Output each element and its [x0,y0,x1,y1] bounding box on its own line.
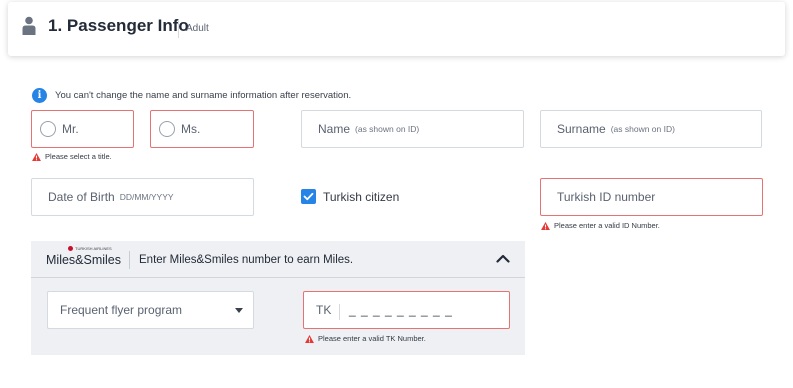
name-hint: (as shown on ID) [355,124,420,134]
turkish-citizen-label: Turkish citizen [323,190,400,204]
radio-label-mr: Mr. [62,122,79,136]
dob-hint: DD/MM/YYYY [119,192,174,202]
title-error: Please select a title. [32,152,112,161]
turkish-airlines-logo: TURKISH AIRLINES [68,246,112,251]
page-title: 1. Passenger Info [48,16,189,35]
tk-input-mask: _ _ _ _ _ _ _ _ _ [349,303,453,317]
turkish-id-error: Please enter a valid ID Number. [541,221,660,230]
surname-label: Surname [557,122,606,136]
title-error-text: Please select a title. [45,152,112,161]
miles-smiles-logo: Miles&Smiles [46,253,122,267]
title-radio-mr[interactable]: Mr. [31,110,134,148]
logo-divider [129,251,130,269]
tk-number-error: Please enter a valid TK Number. [305,334,426,343]
title-radio-ms[interactable]: Ms. [150,110,254,148]
radio-circle-icon [40,121,56,137]
panel-header-divider [31,277,525,278]
date-of-birth-field[interactable]: Date of Birth DD/MM/YYYY [31,178,254,216]
checkmark-icon [303,192,314,201]
turkish-id-error-text: Please enter a valid ID Number. [554,221,660,230]
name-field[interactable]: Name (as shown on ID) [301,110,524,148]
caret-down-icon [235,308,243,313]
radio-circle-icon [159,121,175,137]
surname-hint: (as shown on ID) [610,124,675,134]
header-divider [178,20,179,38]
warning-triangle-icon [541,221,550,230]
airline-name: TURKISH AIRLINES [75,246,112,251]
name-label: Name [318,122,351,136]
program-select-value: Frequent flyer program [60,303,183,317]
turkish-id-placeholder: Turkish ID number [557,190,656,204]
dob-label: Date of Birth [48,190,115,204]
warning-triangle-icon [32,152,41,161]
radio-label-ms: Ms. [181,122,201,136]
tk-error-text: Please enter a valid TK Number. [318,334,426,343]
tk-divider [339,304,340,320]
warning-triangle-icon [305,334,314,343]
info-icon: i [32,88,47,103]
frequent-flyer-program-select[interactable]: Frequent flyer program [47,291,254,329]
miles-prompt: Enter Miles&Smiles number to earn Miles. [139,254,354,266]
tk-number-field[interactable]: TK _ _ _ _ _ _ _ _ _ [303,291,510,329]
tk-prefix: TK [316,303,332,317]
turkish-id-field[interactable]: Turkish ID number [540,178,763,216]
name-change-notice: You can't change the name and surname in… [55,90,352,101]
person-icon [22,16,36,35]
surname-field[interactable]: Surname (as shown on ID) [540,110,762,148]
airline-logo-icon [68,246,73,251]
turkish-citizen-checkbox[interactable] [301,189,316,204]
passenger-type: Adult [186,23,209,34]
chevron-up-icon[interactable] [496,254,510,263]
